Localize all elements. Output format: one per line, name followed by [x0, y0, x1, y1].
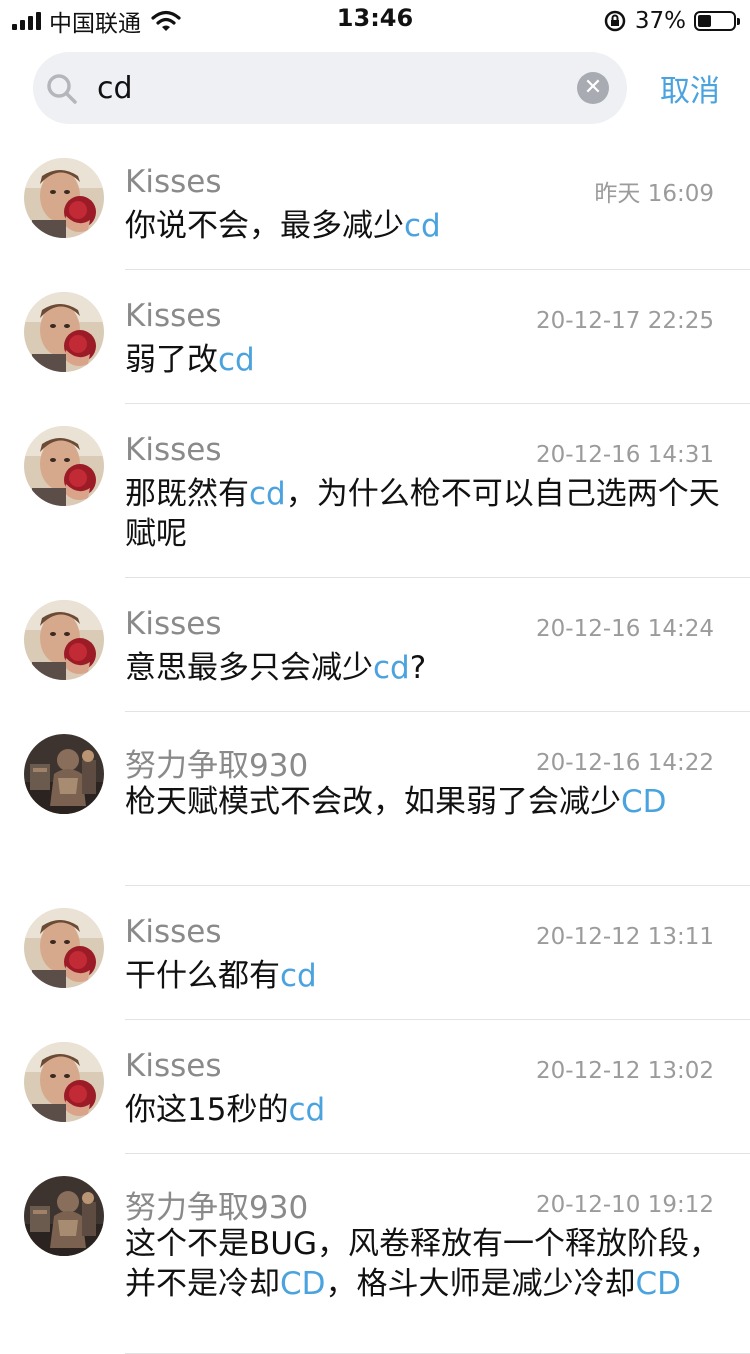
message-time: 20-12-16 14:22 — [536, 750, 714, 776]
message-fragment: 意思最多只会减少 — [125, 650, 373, 686]
search-input[interactable] — [97, 60, 567, 116]
message-text: 那既然有cd，为什么枪不可以自己选两个天赋呢 — [125, 474, 725, 554]
man-with-rose-avatar[interactable] — [24, 158, 104, 238]
game-character-avatar[interactable] — [24, 734, 104, 814]
keyword-highlight: cd — [280, 958, 317, 994]
man-with-rose-avatar[interactable] — [24, 292, 104, 372]
message-text: 你这15秒的cd — [125, 1090, 725, 1130]
message-text: 这个不是BUG，风卷释放有一个释放阶段，并不是冷却CD，格斗大师是减少冷却CD — [125, 1224, 725, 1304]
message-time: 20-12-12 13:11 — [536, 924, 714, 950]
battery-percent: 37% — [634, 8, 686, 34]
message-time: 20-12-10 19:12 — [536, 1192, 714, 1218]
search-result-item[interactable]: 努力争取930 20-12-16 14:22 枪天赋模式不会改，如果弱了会减少CD — [0, 712, 750, 886]
keyword-highlight: CD — [635, 1266, 682, 1302]
keyword-highlight: cd — [404, 208, 441, 244]
man-with-rose-avatar[interactable] — [24, 1042, 104, 1122]
sender-name: Kisses — [125, 164, 222, 200]
message-text: 枪天赋模式不会改，如果弱了会减少CD — [125, 782, 725, 822]
message-time: 20-12-17 22:25 — [536, 308, 714, 334]
search-icon — [47, 74, 77, 104]
keyword-highlight: cd — [373, 650, 410, 686]
message-fragment: 枪天赋模式不会改，如果弱了会减少 — [125, 784, 621, 820]
message-fragment: 你说不会，最多减少 — [125, 208, 404, 244]
search-result-item[interactable]: Kisses 20-12-12 13:11 干什么都有cd — [0, 886, 750, 1020]
man-with-rose-avatar[interactable] — [24, 908, 104, 988]
message-time: 20-12-16 14:31 — [536, 442, 714, 468]
keyword-highlight: cd — [218, 342, 255, 378]
search-results-list: Kisses 昨天 16:09 你说不会，最多减少cd Kisses 20-12-17… — [0, 136, 750, 1354]
search-bar[interactable]: ✕ — [33, 52, 627, 124]
sender-name: 努力争取930 — [125, 748, 309, 784]
message-text: 弱了改cd — [125, 340, 725, 380]
clear-icon[interactable]: ✕ — [577, 72, 609, 104]
search-result-item[interactable]: Kisses 20-12-12 13:02 你这15秒的cd — [0, 1020, 750, 1154]
sender-name: Kisses — [125, 1048, 222, 1084]
man-with-rose-avatar[interactable] — [24, 426, 104, 506]
message-fragment: 你这15秒的 — [125, 1092, 289, 1128]
search-result-item[interactable]: 努力争取930 20-12-10 19:12 这个不是BUG，风卷释放有一个释放阶段… — [0, 1154, 750, 1354]
message-fragment: 干什么都有 — [125, 958, 280, 994]
keyword-highlight: cd — [288, 1092, 326, 1128]
cancel-button[interactable]: 取消 — [660, 66, 720, 110]
status-right: 37% — [603, 6, 740, 36]
message-text: 干什么都有cd — [125, 956, 725, 996]
message-text: 意思最多只会减少cd? — [125, 648, 725, 688]
message-fragment: 弱了改 — [125, 342, 218, 378]
sender-name: 努力争取930 — [125, 1190, 309, 1226]
message-fragment: ，格斗大师是减少冷却 — [325, 1266, 636, 1302]
keyword-highlight: CD — [621, 784, 667, 820]
game-character-avatar[interactable] — [24, 1176, 104, 1256]
orientation-lock-icon — [604, 10, 626, 32]
battery-level — [698, 15, 711, 27]
message-fragment: ? — [409, 650, 427, 686]
search-result-item[interactable]: Kisses 20-12-16 14:31 那既然有cd，为什么枪不可以自己选两个天… — [0, 404, 750, 578]
battery-icon — [694, 11, 740, 31]
message-time: 昨天 16:09 — [594, 181, 714, 207]
message-fragment: 那既然有 — [125, 476, 249, 512]
search-result-item[interactable]: Kisses 20-12-17 22:25 弱了改cd — [0, 270, 750, 404]
keyword-highlight: CD — [280, 1266, 326, 1302]
sender-name: Kisses — [125, 606, 222, 642]
message-time: 20-12-12 13:02 — [536, 1058, 714, 1084]
sender-name: Kisses — [125, 914, 222, 950]
search-result-item[interactable]: Kisses 20-12-16 14:24 意思最多只会减少cd? — [0, 578, 750, 712]
man-with-rose-avatar[interactable] — [24, 600, 104, 680]
search-result-item[interactable]: Kisses 昨天 16:09 你说不会，最多减少cd — [0, 136, 750, 270]
status-bar: 中国联通 13:46 37% — [0, 0, 750, 40]
message-text: 你说不会，最多减少cd — [125, 206, 725, 246]
message-time: 20-12-16 14:24 — [536, 616, 714, 642]
keyword-highlight: cd — [249, 476, 286, 512]
sender-name: Kisses — [125, 298, 222, 334]
sender-name: Kisses — [125, 432, 222, 468]
